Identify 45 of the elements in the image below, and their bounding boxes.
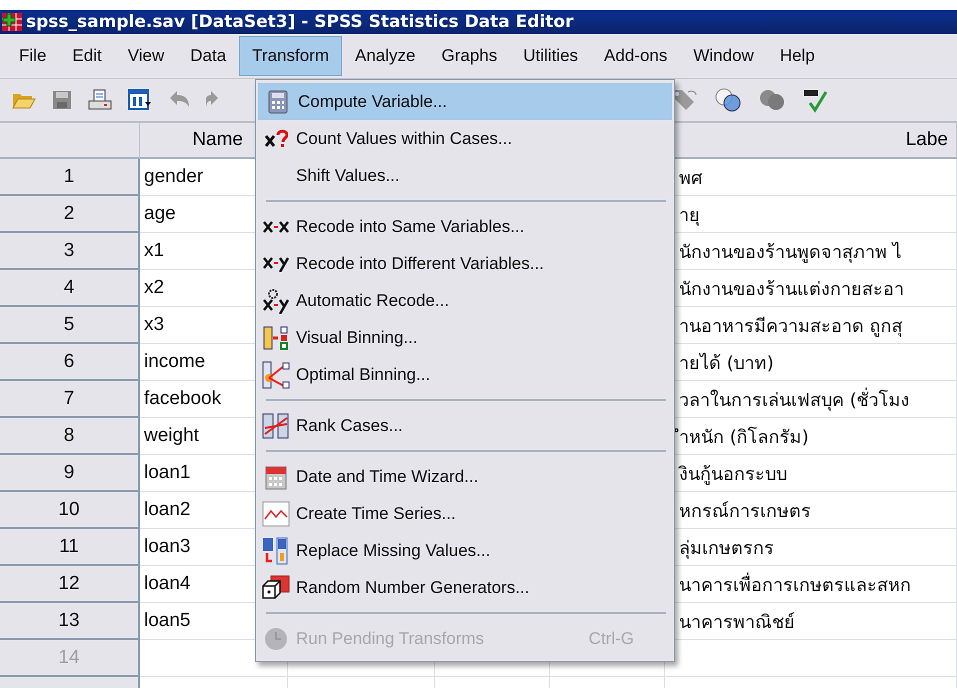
row-number[interactable]: 3 xyxy=(0,233,140,270)
calculator-icon xyxy=(268,90,288,114)
spellcheck-icon[interactable] xyxy=(802,87,828,113)
menu-item[interactable]: Compute Variable... xyxy=(258,83,672,120)
menu-item[interactable]: Edit xyxy=(59,36,115,76)
recode-icon xyxy=(263,256,289,272)
dice-icon xyxy=(262,574,290,600)
menu-item[interactable]: Window xyxy=(680,36,767,76)
dialog-icon[interactable] xyxy=(128,89,152,111)
binning-icon xyxy=(263,326,289,350)
recode-gear-icon xyxy=(263,288,289,314)
row-number[interactable]: 4 xyxy=(0,270,140,307)
replace-values-icon xyxy=(262,536,290,564)
menu-item[interactable]: Analyze xyxy=(342,36,428,76)
row-number[interactable]: 2 xyxy=(0,196,140,233)
row-number[interactable]: 1 xyxy=(0,159,140,196)
row-number[interactable]: 12 xyxy=(0,566,140,603)
menu-item[interactable]: Transform xyxy=(239,36,342,76)
binning-icon xyxy=(262,360,290,388)
clock-icon xyxy=(264,626,288,650)
menu-item[interactable]: View xyxy=(114,36,178,76)
row-number[interactable]: 5 xyxy=(0,307,140,344)
save-icon[interactable] xyxy=(52,90,72,110)
app-icon xyxy=(2,13,22,31)
row-number[interactable]: 6 xyxy=(0,344,140,381)
calendar-icon xyxy=(265,464,287,490)
menu-item[interactable]: Utilities xyxy=(510,36,592,76)
menu-item[interactable]: Graphs xyxy=(428,36,510,76)
row-number[interactable]: 9 xyxy=(0,455,140,492)
rank-icon xyxy=(262,412,290,438)
row-number[interactable]: 8 xyxy=(0,418,140,455)
menu-item[interactable]: File xyxy=(6,36,60,76)
row-number[interactable]: 10 xyxy=(0,492,140,529)
row-number[interactable]: 11 xyxy=(0,529,140,566)
menu-item[interactable]: Add-ons xyxy=(591,36,680,76)
row-number[interactable]: 7 xyxy=(0,381,140,418)
menu-item[interactable]: Help xyxy=(766,36,828,76)
line-chart-icon xyxy=(262,500,290,526)
row-number[interactable]: 13 xyxy=(0,603,140,640)
print-icon[interactable] xyxy=(88,89,112,111)
menu-item[interactable]: Data xyxy=(177,36,240,76)
circles-icon[interactable] xyxy=(714,87,742,113)
variable-question-icon xyxy=(264,128,288,148)
window-title: spss_sample.sav [DataSet3] - SPSS Statistics Data Editor xyxy=(26,12,574,32)
recode-icon xyxy=(263,220,289,234)
